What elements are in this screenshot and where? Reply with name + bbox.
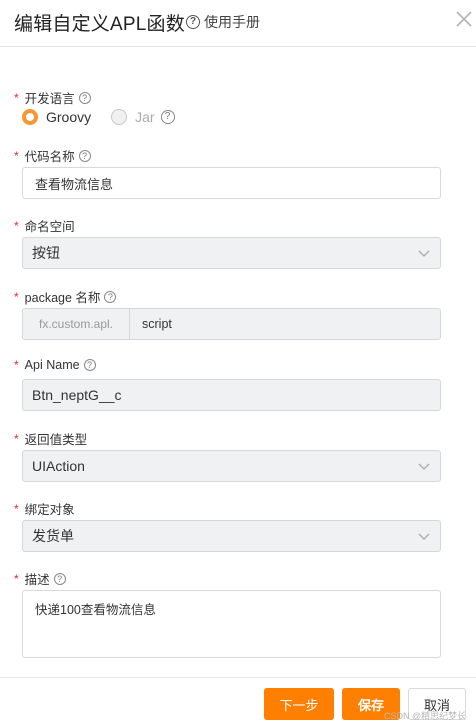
- package-label-text: package 名称: [24, 291, 101, 305]
- language-radio-group: Groovy Jar ?: [22, 109, 175, 125]
- package-value: script: [142, 317, 172, 331]
- api-name-label-text: Api Name: [24, 358, 80, 372]
- required-mark: *: [14, 431, 19, 446]
- question-circle-icon: ?: [186, 15, 200, 29]
- return-type-label-text: 返回值类型: [24, 433, 88, 447]
- question-circle-icon[interactable]: ?: [78, 149, 91, 162]
- question-circle-icon[interactable]: ?: [78, 91, 91, 104]
- required-mark: *: [14, 571, 19, 586]
- help-manual-link[interactable]: ? 使用手册: [186, 12, 260, 32]
- namespace-value: 按钮: [32, 245, 60, 261]
- dialog-title: 编辑自定义APL函数: [14, 14, 185, 35]
- radio-groovy[interactable]: [22, 109, 38, 125]
- help-manual-label: 使用手册: [204, 14, 260, 30]
- question-circle-icon[interactable]: ?: [53, 572, 66, 585]
- question-circle-icon[interactable]: ?: [83, 359, 96, 371]
- description-label-text: 描述: [24, 573, 50, 587]
- code-name-label: * 代码名称 ?: [14, 146, 91, 165]
- required-mark: *: [14, 148, 19, 163]
- bind-object-select[interactable]: 发货单: [22, 520, 441, 552]
- radio-groovy-label[interactable]: Groovy: [46, 109, 91, 125]
- required-mark: *: [14, 218, 19, 233]
- api-name-label: * Api Name ?: [14, 358, 96, 372]
- question-circle-icon[interactable]: ?: [160, 110, 175, 124]
- bind-object-label-text: 绑定对象: [24, 503, 75, 517]
- bind-object-value: 发货单: [32, 528, 74, 544]
- dialog-header: 编辑自定义APL函数 ? 使用手册: [0, 0, 476, 47]
- language-label-text: 开发语言: [24, 92, 75, 106]
- description-label: * 描述 ?: [14, 569, 66, 588]
- radio-jar[interactable]: [111, 109, 128, 125]
- chevron-down-icon: [418, 533, 430, 540]
- required-mark: *: [14, 289, 19, 304]
- namespace-select[interactable]: 按钮: [22, 237, 441, 269]
- required-mark: *: [14, 501, 19, 516]
- code-name-label-text: 代码名称: [24, 150, 75, 164]
- return-type-select[interactable]: UIAction: [22, 450, 441, 482]
- return-type-label: * 返回值类型: [14, 429, 87, 448]
- required-mark: *: [14, 90, 19, 105]
- chevron-down-icon: [418, 463, 430, 470]
- namespace-label-text: 命名空间: [24, 220, 75, 234]
- package-prefix: fx.custom.apl.: [23, 309, 130, 339]
- namespace-label: * 命名空间: [14, 216, 75, 235]
- return-type-value: UIAction: [32, 458, 85, 474]
- language-label: * 开发语言 ?: [14, 88, 91, 107]
- api-name-input[interactable]: Btn_neptG__c: [22, 379, 441, 411]
- close-icon[interactable]: [454, 9, 474, 29]
- radio-jar-label[interactable]: Jar: [135, 109, 154, 125]
- description-textarea[interactable]: 快递100查看物流信息: [22, 590, 441, 658]
- required-mark: *: [14, 358, 19, 372]
- bind-object-label: * 绑定对象: [14, 499, 75, 518]
- watermark: CSDN @精思纪梦长: [384, 711, 467, 721]
- package-input[interactable]: fx.custom.apl. script: [22, 308, 441, 340]
- chevron-down-icon: [418, 250, 430, 257]
- next-step-button[interactable]: 下一步: [264, 688, 334, 720]
- question-circle-icon[interactable]: ?: [104, 290, 117, 303]
- code-name-input[interactable]: 查看物流信息: [22, 167, 441, 199]
- package-label: * package 名称 ?: [14, 287, 117, 306]
